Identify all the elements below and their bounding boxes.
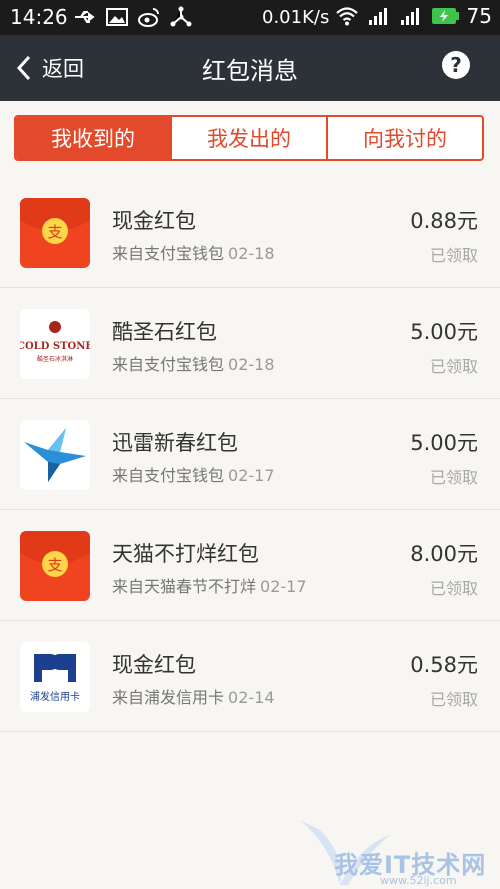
network-speed: 0.01K/s: [262, 7, 330, 28]
share-icon: [170, 6, 192, 27]
item-source: 来自支付宝钱包 02-18: [112, 244, 275, 263]
item-source: 来自支付宝钱包 02-17: [112, 466, 275, 485]
item-amount: 5.00元: [410, 431, 478, 455]
coldstone-logo-icon: COLD STONE 酷圣石冰淇淋: [20, 309, 90, 379]
svg-text:酷圣石冰淇淋: 酷圣石冰淇淋: [37, 355, 73, 363]
spdb-logo-icon: 浦发信用卡: [20, 642, 90, 712]
red-packet-list: 支 现金红包 来自支付宝钱包 02-18 0.88元 已领取 COLD STONE…: [0, 177, 500, 732]
item-amount: 0.88元: [410, 209, 478, 233]
list-item[interactable]: 浦发信用卡 现金红包 来自浦发信用卡 02-14 0.58元 已领取: [0, 621, 500, 732]
item-title: 酷圣石红包: [112, 320, 217, 344]
list-item[interactable]: 支 天猫不打烊红包 来自天猫春节不打烊 02-17 8.00元 已领取: [0, 510, 500, 621]
item-source: 来自支付宝钱包 02-18: [112, 355, 275, 374]
tab-bar: 我收到的 我发出的 向我讨的: [14, 115, 484, 161]
item-date: 02-18: [228, 355, 275, 374]
item-source: 来自天猫春节不打烊 02-17: [112, 577, 307, 596]
item-status: 已领取: [429, 579, 478, 598]
item-amount: 5.00元: [410, 320, 478, 344]
item-title: 现金红包: [112, 653, 196, 677]
battery-icon: [431, 8, 459, 24]
weibo-icon: [138, 8, 159, 27]
xunlei-bird-icon: [20, 420, 90, 490]
watermark-url: www.52ij.com: [380, 874, 457, 887]
svg-text:支: 支: [47, 223, 62, 241]
list-item[interactable]: COLD STONE 酷圣石冰淇淋 酷圣石红包 来自支付宝钱包 02-18 5.00…: [0, 288, 500, 399]
item-status: 已领取: [429, 246, 478, 265]
item-status: 已领取: [429, 468, 478, 487]
item-date: 02-18: [228, 244, 275, 263]
item-date: 02-17: [260, 577, 307, 596]
signal-icon-2: [400, 8, 419, 25]
tab-requested[interactable]: 向我讨的: [326, 117, 482, 159]
item-amount: 0.58元: [410, 653, 478, 677]
status-bar: 14:26 0.01K/s 75: [0, 0, 500, 35]
image-icon: [106, 8, 128, 26]
item-source: 来自浦发信用卡 02-14: [112, 688, 275, 707]
signal-icon: [368, 8, 387, 25]
tab-sent[interactable]: 我发出的: [170, 117, 326, 159]
item-status: 已领取: [429, 357, 478, 376]
usb-icon: [75, 11, 95, 23]
list-item[interactable]: 支 现金红包 来自支付宝钱包 02-18 0.88元 已领取: [0, 177, 500, 288]
item-title: 现金红包: [112, 209, 196, 233]
nav-bar: 返回 红包消息 ?: [0, 35, 500, 101]
alipay-redpacket-icon: 支: [20, 198, 90, 268]
svg-text:支: 支: [47, 556, 62, 574]
battery-level: 75: [466, 4, 492, 28]
item-amount: 8.00元: [410, 542, 478, 566]
alipay-redpacket-icon: 支: [20, 531, 90, 601]
page-title: 红包消息: [202, 57, 298, 85]
list-item[interactable]: 迅雷新春红包 来自支付宝钱包 02-17 5.00元 已领取: [0, 399, 500, 510]
item-title: 天猫不打烊红包: [112, 542, 259, 566]
status-time: 14:26: [10, 5, 68, 29]
item-status: 已领取: [429, 690, 478, 709]
item-date: 02-14: [228, 688, 275, 707]
tab-received[interactable]: 我收到的: [16, 117, 170, 159]
item-title: 迅雷新春红包: [112, 431, 238, 455]
wifi-icon: [335, 7, 358, 26]
svg-text:浦发信用卡: 浦发信用卡: [30, 690, 80, 703]
item-date: 02-17: [228, 466, 275, 485]
svg-text:COLD STONE: COLD STONE: [20, 341, 90, 352]
help-icon[interactable]: ?: [442, 51, 470, 79]
